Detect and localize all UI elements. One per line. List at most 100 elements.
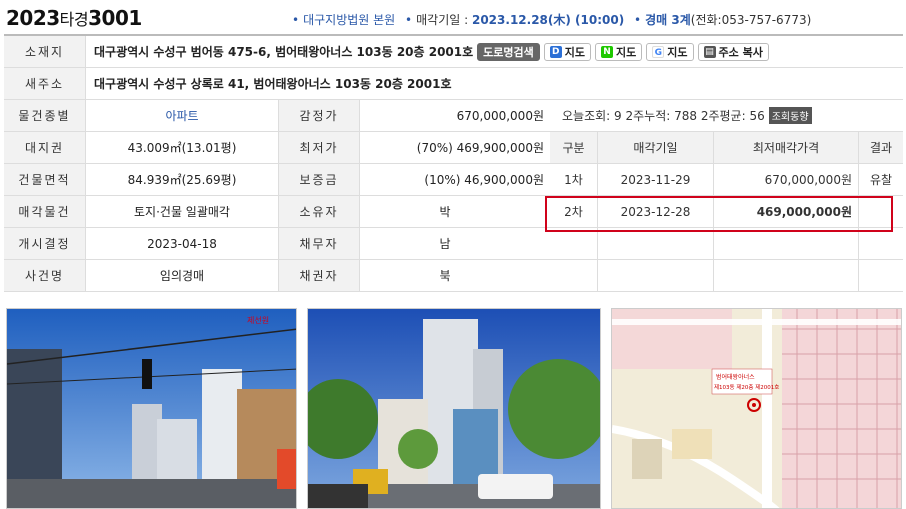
result-cell <box>859 228 903 259</box>
creditor-value: 북 <box>439 269 451 283</box>
road-search-button[interactable]: 도로명검색 <box>477 42 540 61</box>
case-number: 3001 <box>88 6 142 30</box>
naver-map-button[interactable]: N 지도 <box>595 42 643 61</box>
result-cell <box>859 260 903 291</box>
two-week-avg: 2주평균: 56 <box>700 109 765 123</box>
daum-map-label: 지도 <box>564 45 586 59</box>
case-name-value: 임의경매 <box>159 269 205 283</box>
min-price-label: 최저가 <box>278 132 360 163</box>
daum-map-button[interactable]: D 지도 <box>543 42 592 61</box>
case-detail-table: 소재지 대구광역시 수성구 범어동 475-6, 범어태왕아너스 103동 20… <box>4 34 903 294</box>
street-photo-1[interactable]: 제선원 <box>6 308 297 509</box>
start-value: 2023-04-18 <box>147 236 217 251</box>
deposit-label: 보증금 <box>278 164 360 195</box>
result-cell: 유찰 <box>869 173 893 187</box>
schedule-header-cell: 최저매각가격 <box>714 132 859 163</box>
table-row <box>550 228 903 260</box>
table-row: 1차 2023-11-29 670,000,000원 유찰 <box>550 164 903 196</box>
type-value[interactable]: 아파트 <box>86 100 278 131</box>
table-row: 2차 2023-12-28 469,000,000원 <box>550 196 903 228</box>
price-cell <box>714 228 859 259</box>
bullet-icon: • <box>292 13 300 27</box>
owner-value: 박 <box>439 205 451 219</box>
naver-map-label: 지도 <box>616 45 637 59</box>
sale-item-label: 매각물건 <box>4 196 86 227</box>
sale-date: 2023.12.28(木) (10:00) <box>471 13 625 27</box>
bullet-icon: • <box>405 13 413 27</box>
price-cell <box>714 260 859 291</box>
new-address-row: 새주소 대구광역시 수성구 상록로 41, 범어태왕아너스 103동 20층 2… <box>4 68 903 100</box>
map-label-unit: 제103동 제20층 제2001호 <box>714 383 779 391</box>
location-map-image: 범어태왕아너스 제103동 제20층 제2001호 <box>612 309 901 508</box>
owner-label: 소유자 <box>278 196 360 227</box>
detail-row-start: 개시결정 2023-04-18 채무자 남 <box>4 228 550 260</box>
land-label: 대지권 <box>4 132 86 163</box>
detail-row-sale-item: 매각물건 토지·건물 일괄매각 소유자 박 <box>4 196 550 228</box>
sale-schedule-panel: 오늘조회: 9 2주누적: 788 2주평균: 56 조회동향 구분 매각기일 … <box>550 100 903 294</box>
detail-row-type: 물건종별 아파트 감정가 670,000,000원 <box>4 100 550 132</box>
copy-address-label: 주소 복사 <box>718 45 763 59</box>
table-row <box>550 260 903 292</box>
new-address-label: 새주소 <box>4 68 86 99</box>
view-trend-button[interactable]: 조회동향 <box>768 107 812 124</box>
date-cell: 2023-11-29 <box>598 164 714 195</box>
price-cell: 469,000,000원 <box>714 196 859 227</box>
address-value-cell: 대구광역시 수성구 범어동 475-6, 범어태왕아너스 103동 20층 20… <box>86 36 903 67</box>
case-number-title: 2023타경3001 <box>6 6 142 30</box>
bullet-icon: • <box>634 13 642 27</box>
appraisal-label: 감정가 <box>278 100 360 131</box>
street-photo-2-image <box>308 309 600 508</box>
creditor-label: 채권자 <box>278 260 360 291</box>
date-cell <box>598 228 714 259</box>
round-cell: 1차 <box>550 164 598 195</box>
address-label: 소재지 <box>4 36 86 67</box>
appraisal-value: 670,000,000원 <box>456 109 544 123</box>
new-address-value: 대구광역시 수성구 상록로 41, 범어태왕아너스 103동 20층 2001호 <box>94 77 452 91</box>
schedule-header-row: 구분 매각기일 최저매각가격 결과 <box>550 132 903 164</box>
copy-address-button[interactable]: ▤ 주소 복사 <box>697 42 769 61</box>
street-photo-2[interactable] <box>307 308 601 509</box>
google-g-icon: G <box>652 45 665 58</box>
property-photos: 제선원 범어태왕아너스 제103동 제20층 제2001호 <box>0 300 906 509</box>
copy-icon: ▤ <box>703 45 716 58</box>
case-type: 타경 <box>59 10 89 29</box>
date-cell <box>598 260 714 291</box>
google-map-button[interactable]: G 지도 <box>646 42 694 61</box>
land-value: 43.009㎡(13.01평) <box>127 141 237 155</box>
address-value: 대구광역시 수성구 범어동 475-6, 범어태왕아너스 103동 20층 20… <box>94 45 474 59</box>
case-year: 2023 <box>6 6 60 30</box>
sale-item-value: 토지·건물 일괄매각 <box>134 205 230 219</box>
map-label-building: 범어태왕아너스 <box>716 373 755 381</box>
deposit-value: (10%) 46,900,000원 <box>424 173 544 187</box>
schedule-header-cell: 구분 <box>550 132 598 163</box>
two-week-total: 2주누적: 788 <box>625 109 698 123</box>
naver-n-icon: N <box>601 45 614 58</box>
min-price-value: (70%) 469,900,000원 <box>416 141 544 155</box>
auction-dept: 경매 3계 <box>645 13 691 27</box>
type-label: 물건종별 <box>4 100 86 131</box>
street-photo-1-image: 제선원 <box>7 309 296 508</box>
schedule-header-cell: 매각기일 <box>598 132 714 163</box>
dept-phone: (전화:053-757-6773) <box>690 13 812 27</box>
start-label: 개시결정 <box>4 228 86 259</box>
case-header: 2023타경3001 • 대구지방법원 본원 • 매각기일 : 2023.12.28… <box>0 0 906 34</box>
court-name[interactable]: 대구지방법원 본원 <box>303 13 395 27</box>
schedule-header-cell: 결과 <box>859 132 903 163</box>
round-cell <box>550 228 598 259</box>
location-map[interactable]: 범어태왕아너스 제103동 제20층 제2001호 <box>611 308 902 509</box>
case-name-label: 사건명 <box>4 260 86 291</box>
case-info: • 대구지방법원 본원 • 매각기일 : 2023.12.28(木) (10:00)… <box>286 11 811 28</box>
detail-row-land: 대지권 43.009㎡(13.01평) 최저가 (70%) 469,900,00… <box>4 132 550 164</box>
address-row: 소재지 대구광역시 수성구 범어동 475-6, 범어태왕아너스 103동 20… <box>4 36 903 68</box>
result-cell <box>859 196 903 227</box>
detail-row-area: 건물면적 84.939㎡(25.69평) 보증금 (10%) 46,900,00… <box>4 164 550 196</box>
debtor-label: 채무자 <box>278 228 360 259</box>
area-label: 건물면적 <box>4 164 86 195</box>
round-cell <box>550 260 598 291</box>
date-cell: 2023-12-28 <box>598 196 714 227</box>
detail-row-case-name: 사건명 임의경매 채권자 북 <box>4 260 550 292</box>
area-value: 84.939㎡(25.69평) <box>127 173 237 187</box>
google-map-label: 지도 <box>667 45 688 59</box>
today-views: 오늘조회: 9 <box>562 109 622 123</box>
view-stats: 오늘조회: 9 2주누적: 788 2주평균: 56 조회동향 <box>550 100 903 132</box>
